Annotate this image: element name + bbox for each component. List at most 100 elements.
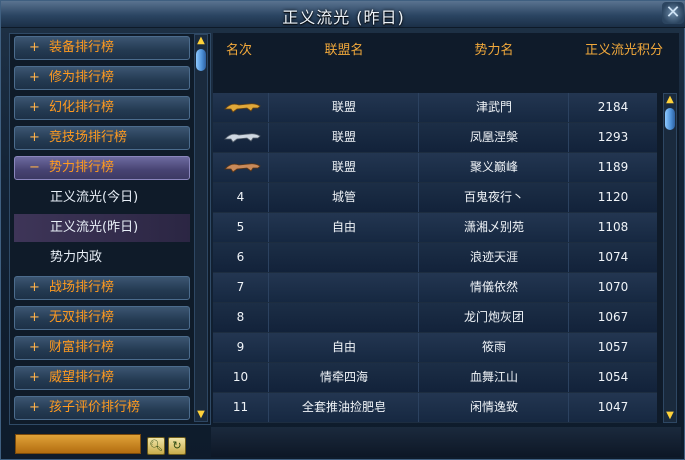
faction-cell: 闲情逸致 <box>469 400 518 414</box>
sidebar-item-label: 孩子评价排行榜 <box>49 400 141 415</box>
refresh-icon[interactable]: ↻ <box>168 437 186 455</box>
scroll-down-icon[interactable]: ▼ <box>195 409 207 421</box>
sidebar-item-arena-ranking[interactable]: + 竞技场排行榜 <box>14 126 190 150</box>
rank-cell: 8 <box>236 310 245 324</box>
score-cell: 1057 <box>597 340 629 354</box>
alliance-cell: 城管 <box>331 190 356 204</box>
expand-icon: + <box>29 340 40 355</box>
table-scroll-thumb[interactable] <box>665 108 675 130</box>
table-row[interactable]: 7 情儀依然 1070 <box>213 273 657 303</box>
sidebar-item-label: 无双排行榜 <box>49 310 115 325</box>
expand-icon: + <box>29 400 40 415</box>
ranking-window: 正义流光 (昨日) ✕ + 装备排行榜 + 修为排行榜 + 幻化排行榜 + 竞技… <box>0 0 685 460</box>
faction-cell: 凤凰涅槃 <box>469 130 518 144</box>
header-rank: 名次 <box>225 43 252 58</box>
alliance-cell <box>269 273 419 302</box>
sidebar-item-child-rating-ranking[interactable]: + 孩子评价排行榜 <box>14 396 190 420</box>
table-row[interactable]: 4 城管 百鬼夜行丶 1120 <box>213 183 657 213</box>
alliance-cell: 情牵四海 <box>319 370 368 384</box>
sidebar-subitem-justice-yesterday[interactable]: 正义流光(昨日) <box>14 214 190 242</box>
faction-cell: 筱雨 <box>481 340 506 354</box>
score-cell: 1074 <box>597 250 629 264</box>
sidebar-item-wealth-ranking[interactable]: + 财富排行榜 <box>14 336 190 360</box>
scroll-up-icon[interactable]: ▲ <box>195 35 207 47</box>
score-cell: 1047 <box>597 400 629 414</box>
table-row[interactable]: 联盟 凤凰涅槃 1293 <box>213 123 657 153</box>
score-cell: 1054 <box>597 370 629 384</box>
expand-icon: + <box>29 310 40 325</box>
table-body: 联盟 津武門 2184 联盟 凤凰涅槃 1293 联盟 聚义巅峰 1189 4 … <box>213 93 679 423</box>
score-cell: 1293 <box>597 130 629 144</box>
sidebar-item-label: 战场排行榜 <box>49 280 115 295</box>
sidebar-item-label: 修为排行榜 <box>49 70 115 85</box>
expand-icon: + <box>29 130 40 145</box>
sidebar-item-prestige-ranking[interactable]: + 威望排行榜 <box>14 366 190 390</box>
sidebar-item-label: 竞技场排行榜 <box>49 130 128 145</box>
alliance-cell: 自由 <box>331 220 356 234</box>
sidebar-item-label: 装备排行榜 <box>49 40 115 55</box>
score-cell: 1189 <box>597 160 629 174</box>
table-scrollbar[interactable]: ▲ ▼ <box>663 93 677 423</box>
sidebar-item-label: 威望排行榜 <box>49 370 115 385</box>
rank-cell: 11 <box>232 400 249 414</box>
table-row[interactable]: 6 浪迹天涯 1074 <box>213 243 657 273</box>
window-title: 正义流光 (昨日) <box>282 8 405 27</box>
faction-cell: 百鬼夜行丶 <box>463 190 524 204</box>
table-row[interactable]: 10 情牵四海 血舞江山 1054 <box>213 363 657 393</box>
rank-cell: 9 <box>236 340 245 354</box>
header-faction: 势力名 <box>474 43 514 58</box>
score-cell: 1108 <box>597 220 629 234</box>
sidebar-scroll-thumb[interactable] <box>196 49 206 71</box>
faction-cell: 浪迹天涯 <box>469 250 518 264</box>
sidebar-subitem-label: 势力内政 <box>50 250 103 265</box>
faction-cell: 聚义巅峰 <box>469 160 518 174</box>
header-alliance: 联盟名 <box>324 43 364 58</box>
score-cell: 1120 <box>597 190 629 204</box>
scroll-up-icon[interactable]: ▲ <box>664 94 676 106</box>
header-score: 正义流光积分 <box>584 43 663 58</box>
sidebar-item-transform-ranking[interactable]: + 幻化排行榜 <box>14 96 190 120</box>
alliance-cell: 联盟 <box>331 100 356 114</box>
table-row[interactable]: 8 龙门炮灰团 1067 <box>213 303 657 333</box>
bronze-tiger-icon <box>224 163 261 173</box>
sidebar-item-wushuang-ranking[interactable]: + 无双排行榜 <box>14 306 190 330</box>
sidebar-item-faction-ranking[interactable]: − 势力排行榜 <box>14 156 190 180</box>
ranking-table: 名次 联盟名 势力名 正义流光积分 联盟 津武門 2184 联盟 凤凰涅槃 12… <box>213 33 679 423</box>
sidebar-subitem-label: 正义流光(昨日) <box>50 220 139 235</box>
rank-cell: 10 <box>232 370 249 384</box>
sidebar-item-battlefield-ranking[interactable]: + 战场排行榜 <box>14 276 190 300</box>
faction-cell: 津武門 <box>475 100 512 114</box>
title-bar[interactable]: 正义流光 (昨日) ✕ <box>1 1 685 28</box>
sidebar-scrollbar[interactable]: ▲ ▼ <box>194 34 208 422</box>
silver-tiger-icon <box>224 133 261 143</box>
score-cell: 1070 <box>597 280 629 294</box>
search-input[interactable] <box>15 434 141 454</box>
table-row[interactable]: 11 全套推油捡肥皂 闲情逸致 1047 <box>213 393 657 423</box>
sidebar: + 装备排行榜 + 修为排行榜 + 幻化排行榜 + 竞技场排行榜 − 势力排行榜… <box>9 33 211 425</box>
expand-icon: + <box>29 280 40 295</box>
alliance-cell: 联盟 <box>331 160 356 174</box>
sidebar-item-cultivation-ranking[interactable]: + 修为排行榜 <box>14 66 190 90</box>
score-cell: 1067 <box>597 310 629 324</box>
faction-cell: 情儀依然 <box>469 280 518 294</box>
search-icon[interactable]: 🔍︎ <box>147 437 165 455</box>
collapse-icon: − <box>29 160 40 175</box>
sidebar-item-equipment-ranking[interactable]: + 装备排行榜 <box>14 36 190 60</box>
sidebar-subitem-label: 正义流光(今日) <box>50 190 139 205</box>
table-row[interactable]: 联盟 津武門 2184 <box>213 93 657 123</box>
table-row[interactable]: 联盟 聚义巅峰 1189 <box>213 153 657 183</box>
table-row[interactable]: 5 自由 潇湘乄别苑 1108 <box>213 213 657 243</box>
sidebar-subitem-justice-today[interactable]: 正义流光(今日) <box>14 184 190 212</box>
scroll-down-icon[interactable]: ▼ <box>664 410 676 422</box>
expand-icon: + <box>29 40 40 55</box>
expand-icon: + <box>29 70 40 85</box>
faction-cell: 潇湘乄别苑 <box>463 220 524 234</box>
close-icon[interactable]: ✕ <box>662 2 684 24</box>
table-header: 名次 联盟名 势力名 正义流光积分 <box>213 33 679 61</box>
alliance-cell <box>269 243 419 272</box>
sidebar-item-label: 势力排行榜 <box>49 160 115 175</box>
sidebar-subitem-faction-affairs[interactable]: 势力内政 <box>14 244 190 272</box>
table-row[interactable]: 9 自由 筱雨 1057 <box>213 333 657 363</box>
sidebar-item-label: 幻化排行榜 <box>49 100 115 115</box>
rank-cell: 5 <box>236 220 245 234</box>
